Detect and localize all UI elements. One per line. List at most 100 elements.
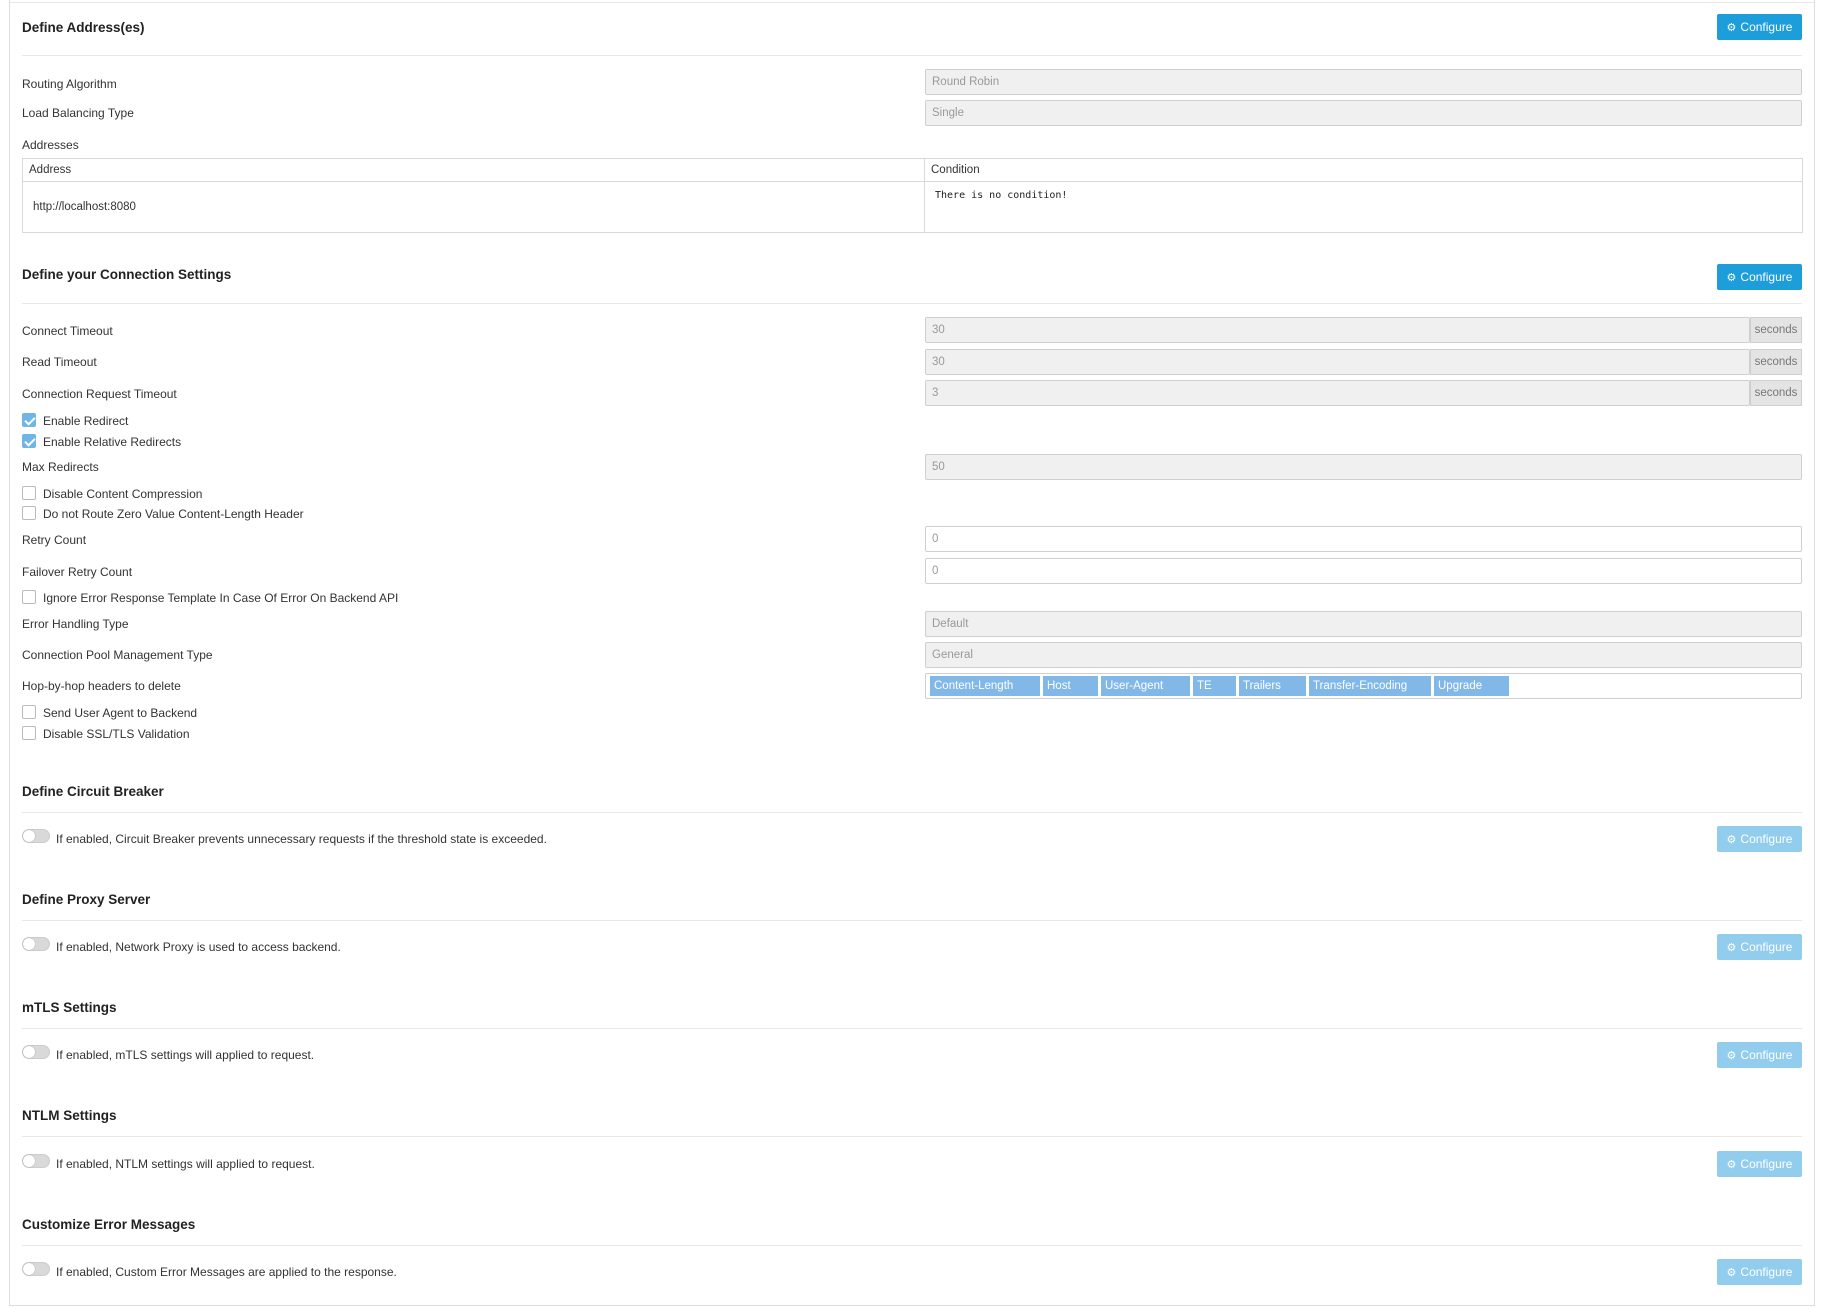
table-header-row: Address Condition [22, 158, 1803, 182]
section-divider [22, 812, 1802, 813]
error-handling-type-label: Error Handling Type [22, 617, 129, 631]
proxy-server-toggle[interactable] [22, 937, 50, 951]
error-handling-type-select: Default [925, 611, 1802, 637]
load-balancing-label: Load Balancing Type [22, 106, 134, 120]
tag-trailers[interactable]: Trailers [1239, 676, 1306, 696]
failover-retry-count-label: Failover Retry Count [22, 565, 133, 579]
circuit-breaker-toggle[interactable] [22, 829, 50, 843]
connect-timeout-unit: seconds [1750, 317, 1802, 343]
gear-icon: ⚙ [1726, 1049, 1737, 1062]
addresses-table: Address Condition http://localhost:8080 … [22, 158, 1803, 233]
connection-request-timeout-label: Connection Request Timeout [22, 387, 177, 401]
enable-redirect-label: Enable Redirect [43, 414, 129, 428]
proxy-server-configure-button[interactable]: ⚙ Configure [1717, 934, 1802, 960]
disable-ssl-validation-checkbox[interactable] [22, 726, 36, 740]
ntlm-title: NTLM Settings [22, 1108, 117, 1123]
ntlm-configure-button[interactable]: ⚙ Configure [1717, 1151, 1802, 1177]
mtls-description: If enabled, mTLS settings will applied t… [56, 1048, 315, 1062]
connection-section-title: Define your Connection Settings [22, 267, 232, 282]
configure-label: Configure [1740, 1265, 1793, 1279]
tag-transfer-encoding[interactable]: Transfer-Encoding [1309, 676, 1431, 696]
connection-request-timeout-value: 3 [932, 387, 939, 399]
enable-redirect-checkbox[interactable] [22, 413, 36, 427]
load-balancing-value: Single [932, 107, 964, 119]
routing-algorithm-value: Round Robin [932, 76, 1000, 88]
section-divider [22, 55, 1802, 56]
connect-timeout-input: 30 [925, 317, 1750, 343]
address-configure-button[interactable]: ⚙ Configure [1717, 14, 1802, 40]
connection-configure-button[interactable]: ⚙ Configure [1717, 264, 1802, 290]
tag-upgrade[interactable]: Upgrade [1434, 676, 1509, 696]
circuit-breaker-description: If enabled, Circuit Breaker prevents unn… [56, 832, 547, 846]
section-divider [22, 1136, 1802, 1137]
mtls-title: mTLS Settings [22, 1000, 117, 1015]
enable-relative-redirects-checkbox[interactable] [22, 434, 36, 448]
ignore-error-template-checkbox[interactable] [22, 590, 36, 604]
ntlm-toggle[interactable] [22, 1154, 50, 1168]
address-section-title: Define Address(es) [22, 20, 145, 35]
section-divider [22, 920, 1802, 921]
tag-host[interactable]: Host [1043, 676, 1098, 696]
connect-timeout-value: 30 [932, 324, 945, 336]
max-redirects-input: 50 [925, 454, 1802, 480]
retry-count-input[interactable]: 0 [925, 526, 1802, 552]
address-cell: http://localhost:8080 [22, 181, 925, 233]
table-row[interactable]: http://localhost:8080 There is no condit… [22, 181, 1803, 233]
connect-timeout-label: Connect Timeout [22, 324, 113, 338]
retry-count-value: 0 [932, 533, 939, 545]
connection-request-timeout-unit: seconds [1750, 380, 1802, 406]
address-column-header: Address [22, 158, 925, 182]
load-balancing-field: Single [925, 100, 1802, 126]
no-route-zero-content-length-checkbox[interactable] [22, 506, 36, 520]
failover-retry-count-input[interactable]: 0 [925, 558, 1802, 584]
connection-pool-type-value: General [932, 649, 973, 661]
read-timeout-label: Read Timeout [22, 355, 97, 369]
tag-te[interactable]: TE [1193, 676, 1236, 696]
mtls-configure-button[interactable]: ⚙ Configure [1717, 1042, 1802, 1068]
max-redirects-value: 50 [932, 461, 945, 473]
configure-label: Configure [1740, 1048, 1793, 1062]
disable-content-compression-label: Disable Content Compression [43, 487, 203, 501]
endpoint-settings-panel: Define Address(es) ⚙ Configure Routing A… [9, 0, 1815, 1306]
addresses-label: Addresses [22, 138, 79, 152]
hop-headers-label: Hop-by-hop headers to delete [22, 679, 181, 693]
section-divider [22, 1028, 1802, 1029]
send-user-agent-label: Send User Agent to Backend [43, 706, 198, 720]
routing-algorithm-field: Round Robin [925, 69, 1802, 95]
enable-relative-redirects-label: Enable Relative Redirects [43, 435, 182, 449]
condition-cell: There is no condition! [924, 181, 1803, 233]
hop-headers-input[interactable]: Content-Length Host User-Agent TE Traile… [925, 673, 1802, 699]
no-route-zero-content-length-label: Do not Route Zero Value Content-Length H… [43, 507, 304, 521]
proxy-server-title: Define Proxy Server [22, 892, 151, 907]
mtls-toggle[interactable] [22, 1045, 50, 1059]
send-user-agent-checkbox[interactable] [22, 705, 36, 719]
failover-retry-count-value: 0 [932, 565, 939, 577]
error-messages-title: Customize Error Messages [22, 1217, 196, 1232]
read-timeout-unit: seconds [1750, 349, 1802, 375]
gear-icon: ⚙ [1726, 941, 1737, 954]
circuit-breaker-configure-button[interactable]: ⚙ Configure [1717, 826, 1802, 852]
error-handling-type-value: Default [932, 618, 969, 630]
read-timeout-value: 30 [932, 356, 945, 368]
error-messages-configure-button[interactable]: ⚙ Configure [1717, 1259, 1802, 1285]
ignore-error-template-label: Ignore Error Response Template In Case O… [43, 591, 399, 605]
gear-icon: ⚙ [1726, 833, 1737, 846]
retry-count-label: Retry Count [22, 533, 87, 547]
max-redirects-label: Max Redirects [22, 460, 99, 474]
configure-label: Configure [1740, 20, 1793, 34]
disable-ssl-validation-label: Disable SSL/TLS Validation [43, 727, 190, 741]
configure-label: Configure [1740, 832, 1793, 846]
tag-content-length[interactable]: Content-Length [930, 676, 1040, 696]
tag-user-agent[interactable]: User-Agent [1101, 676, 1190, 696]
circuit-breaker-title: Define Circuit Breaker [22, 784, 164, 799]
configure-label: Configure [1740, 1157, 1793, 1171]
error-messages-toggle[interactable] [22, 1262, 50, 1276]
hop-headers-tags: Content-Length Host User-Agent TE Traile… [930, 674, 1509, 698]
connection-request-timeout-input: 3 [925, 380, 1750, 406]
disable-content-compression-checkbox[interactable] [22, 486, 36, 500]
section-divider [22, 303, 1802, 304]
top-divider [10, 2, 1814, 3]
configure-label: Configure [1740, 270, 1793, 284]
gear-icon: ⚙ [1726, 1158, 1737, 1171]
error-messages-description: If enabled, Custom Error Messages are ap… [56, 1265, 397, 1279]
